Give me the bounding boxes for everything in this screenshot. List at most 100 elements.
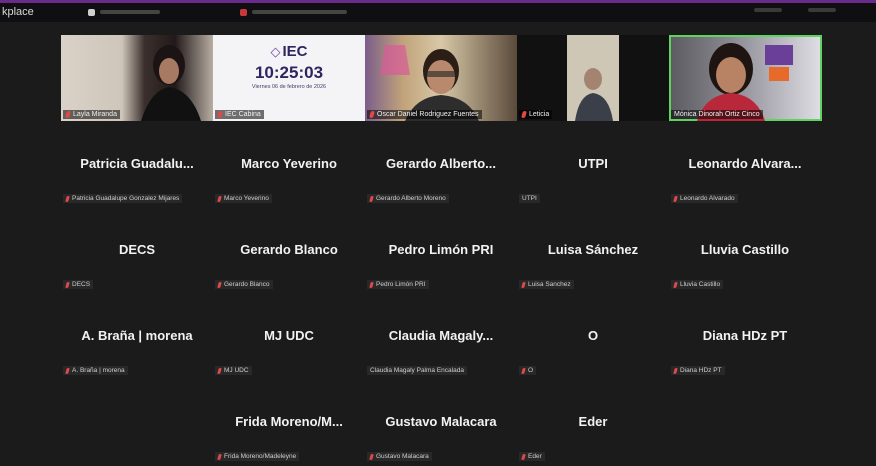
participant-tile[interactable]: Patricia Guadalu... Patricia Guadalupe G… [61,122,213,203]
participant-tile[interactable]: A. Braña | morena A. Braña | morena [61,294,213,375]
video-icon [88,8,95,16]
participant-display-name: Gustavo Malacara [385,414,497,429]
participant-name-tag: A. Braña | morena [63,366,128,375]
participant-tile[interactable]: MJ UDC MJ UDC [213,294,365,375]
mic-off-icon [217,111,223,118]
participant-display-name: Claudia Magaly... [388,328,494,343]
participant-name-tag: UTPI [519,194,540,203]
participant-tile[interactable]: Marco Yeverino Marco Yeverino [213,122,365,203]
participant-tile[interactable]: Claudia Magaly... Claudia Magaly Palma E… [365,294,517,375]
participant-tile[interactable]: Frida Moreno/M... Frida Moreno/Madeleyne [213,380,365,461]
mic-off-icon [673,195,678,202]
participant-display-name: Eder [578,414,608,429]
participant-display-name: Lluvia Castillo [700,242,790,257]
mic-off-icon [369,111,375,118]
participant-display-name: Marco Yeverino [241,156,337,171]
participant-name-tag: Frida Moreno/Madeleyne [215,452,300,461]
minimize-icon[interactable] [754,8,782,12]
participant-tile[interactable]: Leonardo Alvara... Leonardo Alvarado [669,122,821,203]
participant-tile[interactable]: DECS DECS [61,208,213,289]
participant-name-tag: Diana HDz PT [671,366,725,375]
participant-name-tag: Leonardo Alvarado [671,194,738,203]
mic-off-icon [369,453,374,460]
participant-tile[interactable]: Eder Eder [517,380,669,461]
participant-name-tag: Luisa Sanchez [519,280,574,289]
clock-date: Viernes 06 de febrero de 2026 [251,84,327,90]
video-tile-active-speaker[interactable]: Mónica Dinorah Ortiz Cinco [669,35,822,121]
participant-tile[interactable]: Gustavo Malacara Gustavo Malacara [365,380,517,461]
tab-label [252,10,347,14]
participant-name-tag: Pedro Limón PRI [367,280,429,289]
participant-display-name: Gerardo Blanco [240,242,338,257]
mic-off-icon [521,453,526,460]
mic-off-icon [65,281,70,288]
participant-display-name: Luisa Sánchez [547,242,639,257]
person-video [141,45,201,121]
iec-mark-icon: ◇ [270,44,281,59]
participant-name-tag: Gerardo Blanco [215,280,273,289]
participant-name-tag: IEC Cabina [215,110,264,119]
recording-icon [240,8,247,16]
tab-label [100,10,160,14]
participant-tile[interactable]: O O [517,294,669,375]
participant-display-name: UTPI [578,156,608,171]
mic-off-icon [673,367,678,374]
participant-display-name: Frida Moreno/M... [235,414,343,429]
participant-name-tag: Gerardo Alberto Moreno [367,194,449,203]
video-tile[interactable]: Oscar Daniel Rodriguez Fuentes [365,35,517,121]
participant-display-name: DECS [118,242,156,257]
tab-meeting[interactable] [88,6,160,18]
participant-tile[interactable]: Pedro Limón PRI Pedro Limón PRI [365,208,517,289]
app-title: kplace [2,6,34,18]
participant-display-name: MJ UDC [264,328,314,343]
person-video [567,35,619,121]
participant-tile[interactable]: UTPI UTPI [517,122,669,203]
window-controls [754,8,836,12]
mic-off-icon [673,281,678,288]
video-tile[interactable]: Layla Miranda [61,35,213,121]
participant-name-tag: Eder [519,452,545,461]
mic-off-icon [217,367,222,374]
mic-off-icon [521,111,527,118]
mic-off-icon [65,367,70,374]
clock-time: 10:25:03 [254,63,324,82]
participant-name-tag: DECS [63,280,94,289]
mic-off-icon [521,367,526,374]
participant-name-tag: MJ UDC [215,366,252,375]
participant-name-tag: Oscar Daniel Rodriguez Fuentes [367,110,482,119]
participant-name-tag: Layla Miranda [63,110,120,119]
participant-name-tag: Mónica Dinorah Ortiz Cinco [671,110,763,119]
participant-name-tag: Patricia Guadalupe Gonzalez Mijares [63,194,183,203]
maximize-icon[interactable] [808,8,836,12]
participant-display-name: Patricia Guadalu... [80,156,194,171]
participant-display-name: Leonardo Alvara... [688,156,802,171]
participant-name-tag: Lluvia Castillo [671,280,724,289]
participant-tile[interactable]: Luisa Sánchez Luisa Sanchez [517,208,669,289]
participant-tile[interactable]: Diana HDz PT Diana HDz PT [669,294,821,375]
participant-tile[interactable]: Gerardo Alberto... Gerardo Alberto Moren… [365,122,517,203]
participant-display-name: Gerardo Alberto... [385,156,497,171]
tab-chat[interactable] [240,6,347,18]
participant-name-tag: Gustavo Malacara [367,452,432,461]
participant-name-tag: Claudia Magaly Palma Encalada [367,366,467,375]
participant-display-name: Pedro Limón PRI [388,242,494,257]
participant-display-name: Diana HDz PT [702,328,788,343]
mic-off-icon [521,281,526,288]
mic-off-icon [217,281,222,288]
iec-logo: ◇ IEC [270,43,308,60]
mic-off-icon [65,195,70,202]
mic-off-icon [369,281,374,288]
video-tile[interactable]: ◇ IEC 10:25:03 Viernes 06 de febrero de 2… [213,35,365,121]
participant-name-tag: Marco Yeverino [215,194,272,203]
participant-display-name: A. Braña | morena [81,328,193,343]
title-bar-accent [0,0,876,3]
participant-display-name: O [587,328,599,343]
mic-off-icon [369,195,374,202]
participant-tile[interactable]: Gerardo Blanco Gerardo Blanco [213,208,365,289]
participant-tile[interactable]: Lluvia Castillo Lluvia Castillo [669,208,821,289]
participant-name-tag: Leticia [519,110,553,119]
title-bar: kplace [0,0,876,22]
mic-off-icon [217,195,222,202]
person-video [380,45,479,121]
video-tile[interactable]: Leticia [517,35,669,121]
